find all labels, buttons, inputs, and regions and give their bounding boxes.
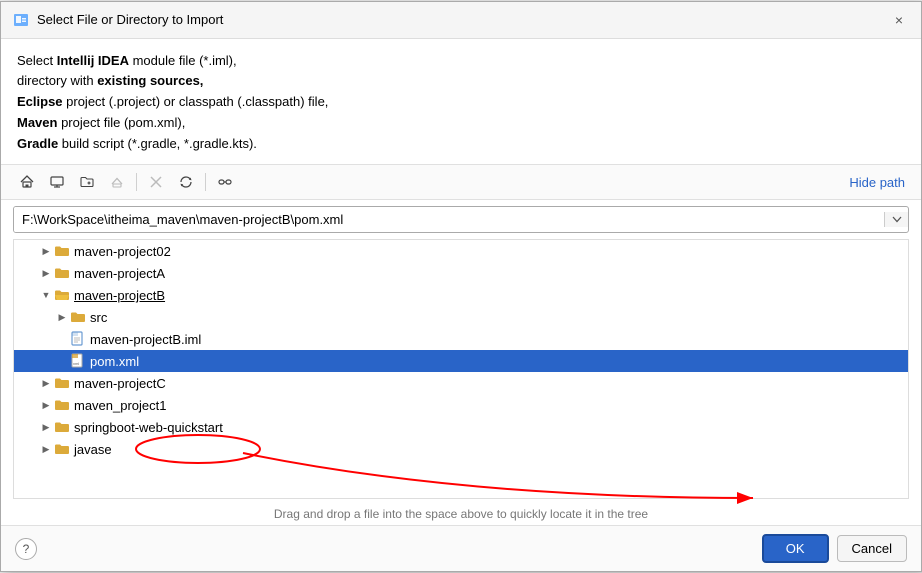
expander-javase[interactable]: ▶ bbox=[38, 444, 54, 455]
tree-item-maven-project1[interactable]: ▶ maven_project1 bbox=[14, 394, 908, 416]
tree-label-pom-xml: pom.xml bbox=[90, 354, 139, 369]
desktop-button[interactable] bbox=[43, 169, 71, 195]
dialog-title: Select File or Directory to Import bbox=[37, 12, 223, 27]
tree-label-springboot: springboot-web-quickstart bbox=[74, 420, 223, 435]
help-button[interactable]: ? bbox=[15, 538, 37, 560]
drag-hint-text: Drag and drop a file into the space abov… bbox=[274, 507, 648, 521]
tree-item-maven-projectB-iml[interactable]: maven-projectB.iml bbox=[14, 328, 908, 350]
ok-button[interactable]: OK bbox=[762, 534, 829, 563]
new-folder-button[interactable] bbox=[73, 169, 101, 195]
link-icon bbox=[218, 175, 232, 189]
link-button[interactable] bbox=[211, 169, 239, 195]
expander-empty-iml bbox=[54, 334, 70, 344]
close-button[interactable]: × bbox=[889, 10, 909, 30]
cancel-button[interactable]: Cancel bbox=[837, 535, 907, 562]
chevron-down-icon bbox=[892, 216, 902, 223]
folder-icon-javase bbox=[54, 441, 70, 457]
bottom-bar: ? OK Cancel bbox=[1, 525, 921, 571]
folder-icon-open bbox=[54, 287, 70, 303]
folder-icon-springboot bbox=[54, 419, 70, 435]
dialog: Select File or Directory to Import × Sel… bbox=[0, 1, 922, 573]
svg-text:xml: xml bbox=[73, 361, 79, 366]
title-bar-left: Select File or Directory to Import bbox=[13, 12, 223, 28]
bottom-right: OK Cancel bbox=[762, 534, 907, 563]
toolbar-buttons bbox=[13, 169, 239, 195]
bottom-left: ? bbox=[15, 538, 37, 560]
expander-maven-project1[interactable]: ▶ bbox=[38, 400, 54, 411]
tree-label-maven-project02: maven-project02 bbox=[74, 244, 171, 259]
separator-1 bbox=[136, 173, 137, 191]
folder-icon bbox=[54, 243, 70, 259]
toolbar: Hide path bbox=[1, 165, 921, 200]
drag-hint: Drag and drop a file into the space abov… bbox=[1, 503, 921, 525]
path-input[interactable] bbox=[14, 207, 884, 232]
path-bar bbox=[13, 206, 909, 233]
desc-line5: Gradle build script (*.gradle, *.gradle.… bbox=[17, 136, 257, 151]
up-button[interactable] bbox=[103, 169, 131, 195]
home-icon bbox=[20, 175, 34, 189]
desktop-icon bbox=[50, 175, 64, 189]
delete-button[interactable] bbox=[142, 169, 170, 195]
new-folder-icon bbox=[80, 175, 94, 189]
description-area: Select Intellij IDEA module file (*.iml)… bbox=[1, 39, 921, 166]
expander-maven-projectB[interactable]: ▼ bbox=[38, 290, 54, 300]
refresh-icon bbox=[179, 175, 193, 189]
file-icon-iml bbox=[70, 331, 86, 347]
folder-icon-c bbox=[54, 375, 70, 391]
tree-item-src[interactable]: ▶ src bbox=[14, 306, 908, 328]
tree-item-javase[interactable]: ▶ javase bbox=[14, 438, 908, 460]
refresh-button[interactable] bbox=[172, 169, 200, 195]
tree-label-maven-project1: maven_project1 bbox=[74, 398, 167, 413]
desc-line2: directory with existing sources, bbox=[17, 73, 203, 88]
up-icon bbox=[110, 175, 124, 189]
tree-label-maven-projectA: maven-projectA bbox=[74, 266, 165, 281]
tree-label-maven-projectC: maven-projectC bbox=[74, 376, 166, 391]
app-icon bbox=[13, 12, 29, 28]
title-bar: Select File or Directory to Import × bbox=[1, 2, 921, 39]
expander-springboot[interactable]: ▶ bbox=[38, 422, 54, 433]
desc-line3: Eclipse project (.project) or classpath … bbox=[17, 94, 328, 109]
expander-empty-pom bbox=[54, 356, 70, 366]
tree-item-maven-projectB[interactable]: ▼ maven-projectB bbox=[14, 284, 908, 306]
expander-maven-projectA[interactable]: ▶ bbox=[38, 268, 54, 279]
separator-2 bbox=[205, 173, 206, 191]
folder-icon-src bbox=[70, 309, 86, 325]
expander-maven-project02[interactable]: ▶ bbox=[38, 246, 54, 257]
file-icon-xml: xml bbox=[70, 353, 86, 369]
folder-icon-1 bbox=[54, 397, 70, 413]
tree-label-maven-projectB: maven-projectB bbox=[74, 288, 165, 303]
tree-item-maven-projectA[interactable]: ▶ maven-projectA bbox=[14, 262, 908, 284]
folder-icon bbox=[54, 265, 70, 281]
tree-item-maven-project02[interactable]: ▶ maven-project02 bbox=[14, 240, 908, 262]
path-dropdown-button[interactable] bbox=[884, 212, 908, 227]
tree-item-pom-xml[interactable]: xml pom.xml bbox=[14, 350, 908, 372]
expander-maven-projectC[interactable]: ▶ bbox=[38, 378, 54, 389]
tree-item-maven-projectC[interactable]: ▶ maven-projectC bbox=[14, 372, 908, 394]
tree-label-src: src bbox=[90, 310, 107, 325]
tree-item-springboot[interactable]: ▶ springboot-web-quickstart bbox=[14, 416, 908, 438]
tree-label-maven-projectB-iml: maven-projectB.iml bbox=[90, 332, 201, 347]
delete-icon bbox=[149, 175, 163, 189]
file-tree[interactable]: ▶ maven-project02 ▶ maven-projectA ▼ mav… bbox=[13, 239, 909, 499]
desc-line4: Maven project file (pom.xml), bbox=[17, 115, 185, 130]
expander-src[interactable]: ▶ bbox=[54, 312, 70, 323]
tree-label-javase: javase bbox=[74, 442, 112, 457]
hide-path-button[interactable]: Hide path bbox=[845, 173, 909, 192]
home-button[interactable] bbox=[13, 169, 41, 195]
desc-line1: Select Intellij IDEA module file (*.iml)… bbox=[17, 53, 237, 68]
